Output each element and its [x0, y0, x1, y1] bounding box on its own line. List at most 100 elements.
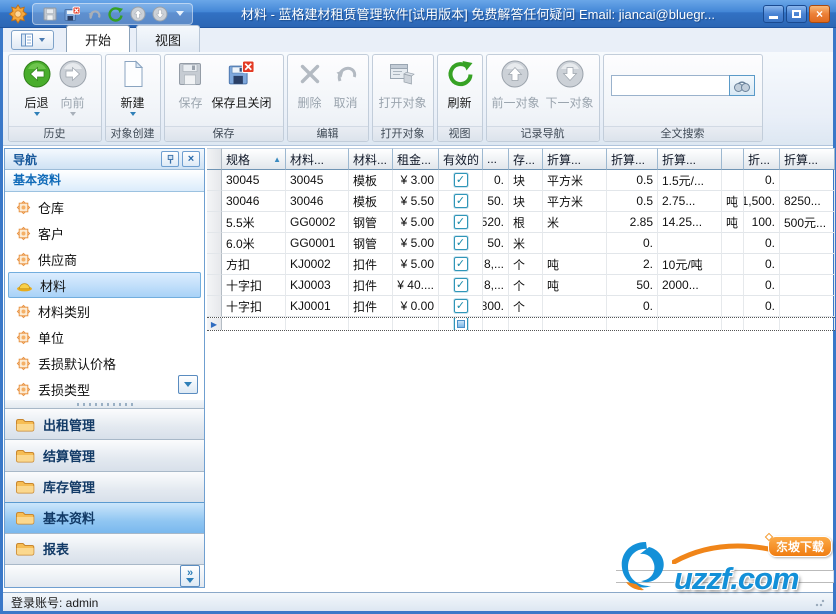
- table-cell[interactable]: [543, 233, 607, 254]
- table-cell[interactable]: 吨: [543, 254, 607, 275]
- valid-checkbox[interactable]: ✓: [453, 173, 468, 187]
- table-cell[interactable]: 0.: [744, 296, 780, 317]
- save-close-icon[interactable]: [63, 5, 80, 22]
- pin-button[interactable]: [161, 151, 179, 168]
- table-cell[interactable]: 平方米: [543, 191, 607, 212]
- table-cell[interactable]: 个: [509, 275, 543, 296]
- column-header[interactable]: 材料...: [286, 148, 349, 170]
- row-indicator[interactable]: [207, 254, 222, 275]
- table-cell[interactable]: [722, 233, 744, 254]
- table-cell[interactable]: 扣件: [349, 296, 393, 317]
- new-button[interactable]: 新建: [115, 57, 151, 118]
- table-cell[interactable]: GG0002: [286, 212, 349, 233]
- refresh-icon[interactable]: [107, 5, 124, 22]
- table-cell[interactable]: 模板: [349, 170, 393, 191]
- checkbox-indeterminate[interactable]: [453, 318, 468, 330]
- table-cell[interactable]: 吨: [543, 275, 607, 296]
- table-cell[interactable]: 500元...: [780, 212, 835, 233]
- row-indicator[interactable]: [207, 170, 222, 191]
- row-indicator[interactable]: [207, 233, 222, 254]
- column-header[interactable]: 折算...: [543, 148, 607, 170]
- table-cell[interactable]: 100.: [744, 212, 780, 233]
- table-cell[interactable]: 800.: [483, 296, 509, 317]
- table-cell[interactable]: 1.5元/...: [658, 170, 722, 191]
- valid-checkbox-cell[interactable]: ✓: [439, 212, 483, 233]
- nav-group-settlement[interactable]: 结算管理: [5, 439, 204, 471]
- table-cell[interactable]: 0.5: [607, 170, 658, 191]
- table-cell[interactable]: KJ0003: [286, 275, 349, 296]
- column-header[interactable]: 租金...: [393, 148, 439, 170]
- table-cell[interactable]: 块: [509, 170, 543, 191]
- valid-checkbox-cell[interactable]: ✓: [439, 275, 483, 296]
- row-indicator[interactable]: [207, 275, 222, 296]
- table-cell[interactable]: 2.75...: [658, 191, 722, 212]
- save-icon[interactable]: [41, 5, 58, 22]
- new-record-row[interactable]: ▶: [207, 317, 835, 331]
- valid-checkbox-cell[interactable]: ✓: [439, 296, 483, 317]
- valid-checkbox-cell[interactable]: ✓: [439, 233, 483, 254]
- valid-checkbox[interactable]: ✓: [453, 194, 468, 208]
- table-cell[interactable]: 0.: [744, 275, 780, 296]
- table-cell[interactable]: 30046: [222, 191, 286, 212]
- table-row[interactable]: 6.0米 GG0001 钢管 ¥ 5.00 ✓ 50. 米 0. 0.: [207, 233, 835, 254]
- table-cell[interactable]: [658, 233, 722, 254]
- table-cell[interactable]: [780, 275, 835, 296]
- table-cell[interactable]: 2.85: [607, 212, 658, 233]
- cancel-button[interactable]: 取消: [328, 57, 364, 112]
- table-cell[interactable]: [543, 296, 607, 317]
- sidebar-item-material-category[interactable]: 材料类别: [8, 298, 201, 324]
- tab-start[interactable]: 开始: [66, 25, 131, 53]
- nav-group-rental[interactable]: 出租管理: [5, 408, 204, 440]
- nav-group-basic-data[interactable]: 基本资料: [5, 501, 204, 533]
- valid-checkbox-cell[interactable]: ✓: [439, 254, 483, 275]
- maximize-button[interactable]: [786, 4, 807, 23]
- table-row[interactable]: 十字扣 KJ0003 扣件 ¥ 40.... ✓ 8,... 个吨 50. 2000... 0.: [207, 275, 835, 296]
- back-button[interactable]: 后退: [19, 57, 55, 118]
- table-cell[interactable]: 扣件: [349, 275, 393, 296]
- table-cell[interactable]: KJ0001: [286, 296, 349, 317]
- sidebar-item-customer[interactable]: 客户: [8, 220, 201, 246]
- table-cell[interactable]: ¥ 5.50: [393, 191, 439, 212]
- column-header[interactable]: [722, 148, 744, 170]
- table-cell[interactable]: 0.: [744, 170, 780, 191]
- delete-button[interactable]: 删除: [292, 57, 328, 112]
- table-cell[interactable]: 50.: [483, 191, 509, 212]
- column-header[interactable]: 折...: [744, 148, 780, 170]
- table-row[interactable]: 十字扣KJ0001扣件¥ 0.00 ✓ 800.个 0. 0.: [207, 296, 835, 317]
- table-row[interactable]: 30046 30046 模板 ¥ 5.50 ✓ 50. 块平方米 0.5 2.75... 吨 1,5…: [207, 191, 835, 212]
- table-cell[interactable]: ¥ 5.00: [393, 212, 439, 233]
- valid-checkbox[interactable]: ✓: [453, 299, 468, 313]
- previous-object-button[interactable]: 前一对象: [488, 57, 542, 112]
- table-cell[interactable]: 30045: [286, 170, 349, 191]
- refresh-button[interactable]: 刷新: [442, 57, 478, 112]
- table-cell[interactable]: [722, 254, 744, 275]
- nav-more-button[interactable]: »: [180, 564, 200, 587]
- table-row[interactable]: 30045 30045 模板 ¥ 3.00 ✓ 0. 块平方米 0.5 1.5元/... 0.: [207, 170, 835, 191]
- table-cell[interactable]: 0.: [744, 254, 780, 275]
- table-cell[interactable]: [722, 170, 744, 191]
- down-arrow-icon[interactable]: [151, 5, 168, 22]
- table-cell[interactable]: [722, 275, 744, 296]
- sidebar-item-warehouse[interactable]: 仓库: [8, 194, 201, 220]
- nav-group-inventory[interactable]: 库存管理: [5, 470, 204, 502]
- table-cell[interactable]: 10元/吨: [658, 254, 722, 275]
- valid-checkbox-cell[interactable]: [439, 318, 483, 330]
- table-cell[interactable]: ¥ 3.00: [393, 170, 439, 191]
- table-cell[interactable]: [780, 254, 835, 275]
- table-cell[interactable]: 十字扣: [222, 296, 286, 317]
- valid-checkbox[interactable]: ✓: [453, 215, 468, 229]
- column-header[interactable]: 规格 ▲: [222, 148, 286, 170]
- table-cell[interactable]: 钢管: [349, 233, 393, 254]
- column-header[interactable]: 折算...: [780, 148, 835, 170]
- table-cell[interactable]: ¥ 5.00: [393, 254, 439, 275]
- valid-checkbox[interactable]: ✓: [453, 257, 468, 271]
- table-cell[interactable]: 2000...: [658, 275, 722, 296]
- column-header[interactable]: 折算...: [658, 148, 722, 170]
- table-cell[interactable]: 块: [509, 191, 543, 212]
- table-cell[interactable]: 十字扣: [222, 275, 286, 296]
- column-header[interactable]: 有效的: [439, 148, 483, 170]
- valid-checkbox[interactable]: ✓: [453, 236, 468, 250]
- table-cell[interactable]: 米: [543, 212, 607, 233]
- sidebar-item-loss-default-price[interactable]: 丢损默认价格: [8, 350, 201, 376]
- table-cell[interactable]: GG0001: [286, 233, 349, 254]
